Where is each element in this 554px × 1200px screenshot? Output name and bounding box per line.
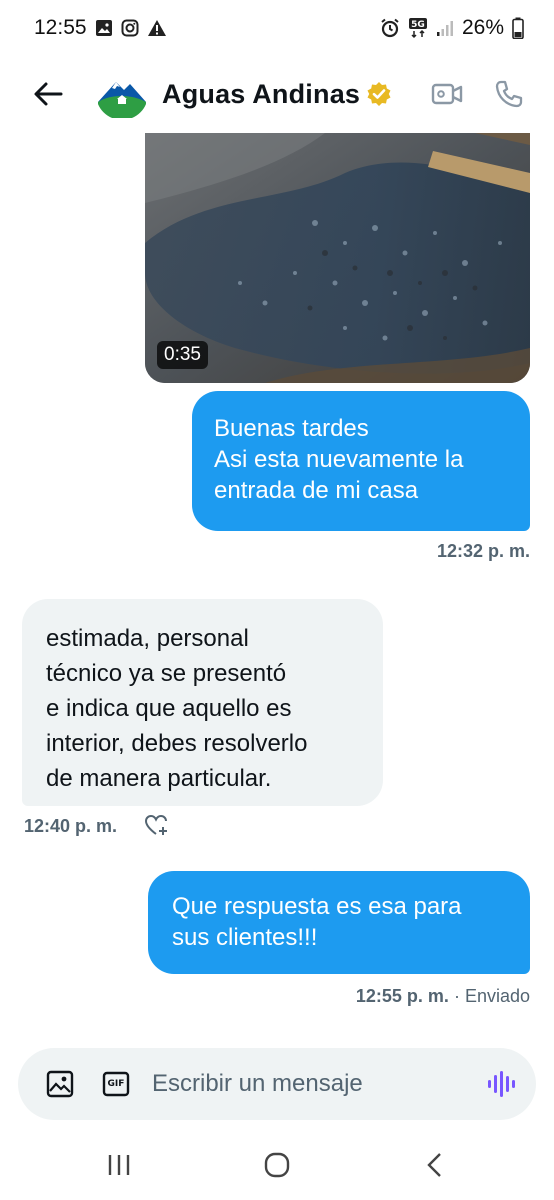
battery-percent: 26% <box>461 16 504 39</box>
audio-waveform-icon <box>488 1071 515 1097</box>
aguas-andinas-logo-icon <box>96 68 148 120</box>
add-image-button[interactable] <box>46 1070 74 1098</box>
message-line: Que respuesta es esa para <box>172 893 462 920</box>
back-icon <box>427 1153 441 1177</box>
add-reaction-button[interactable] <box>144 813 170 839</box>
message-status: · Enviado <box>453 986 530 1006</box>
message-line: técnico ya se presentó <box>46 660 287 687</box>
verified-badge-icon <box>366 81 392 107</box>
recents-icon <box>108 1155 130 1175</box>
message-line: interior, debes resolverlo <box>46 730 308 757</box>
contact-name[interactable]: Aguas Andinas <box>162 79 360 110</box>
message-line: estimada, personal <box>46 625 249 652</box>
back-button[interactable] <box>30 76 66 112</box>
message-line: Buenas tardes <box>214 415 369 442</box>
home-icon <box>264 1152 290 1178</box>
clock: 12:55 <box>34 16 87 39</box>
voice-message-button[interactable] <box>486 1069 516 1099</box>
back-arrow-icon <box>34 82 63 106</box>
image-icon <box>46 1070 74 1098</box>
phone-icon <box>495 80 523 108</box>
status-right: 5G 26% <box>380 16 524 40</box>
message-composer: GIF <box>18 1048 536 1120</box>
message-timestamp: 12:40 p. m. <box>24 816 118 836</box>
message-timestamp: 12:32 p. m. <box>436 541 530 561</box>
gallery-icon <box>95 19 113 37</box>
message-timestamp: 12:55 p. m. · Enviado <box>356 986 530 1007</box>
home-button[interactable] <box>247 1140 307 1190</box>
5g-icon: 5G <box>408 17 428 39</box>
system-back-button[interactable] <box>405 1140 465 1190</box>
video-call-icon <box>431 83 463 105</box>
video-call-button[interactable] <box>428 75 466 113</box>
message-bubble-received[interactable]: estimada, personal técnico ya se present… <box>22 599 383 806</box>
instagram-icon <box>121 19 139 37</box>
heart-plus-icon <box>144 814 167 835</box>
add-gif-button[interactable]: GIF <box>102 1071 130 1097</box>
warning-icon <box>147 19 167 37</box>
svg-text:5G: 5G <box>411 20 425 30</box>
message-line: e indica que aquello es <box>46 695 292 722</box>
battery-icon <box>512 17 524 39</box>
system-nav-bar <box>0 1130 554 1200</box>
phone-call-button[interactable] <box>490 75 528 113</box>
message-input[interactable] <box>150 1069 486 1099</box>
gif-label: GIF <box>107 1079 125 1089</box>
message-line: Asi esta nuevamente la <box>214 446 464 473</box>
video-message[interactable]: 0:35 <box>145 133 530 383</box>
recents-button[interactable] <box>89 1140 149 1190</box>
message-line: de manera particular. <box>46 765 272 792</box>
header-actions <box>428 75 528 113</box>
alarm-icon <box>380 18 400 38</box>
status-bar: 12:55 5G 26% <box>0 0 554 56</box>
message-bubble-sent[interactable]: Buenas tardes Asi esta nuevamente la ent… <box>192 391 530 531</box>
avatar[interactable] <box>96 68 148 120</box>
message-bubble-sent[interactable]: Que respuesta es esa para sus clientes!!… <box>148 871 530 974</box>
video-duration: 0:35 <box>157 341 208 369</box>
message-line: sus clientes!!! <box>172 924 318 951</box>
message-line: entrada de mi casa <box>214 477 419 504</box>
message-time: 12:55 p. m. <box>355 986 449 1006</box>
signal-icon <box>436 19 454 37</box>
status-left: 12:55 <box>34 16 167 40</box>
conversation-header: Aguas Andinas <box>0 56 554 132</box>
